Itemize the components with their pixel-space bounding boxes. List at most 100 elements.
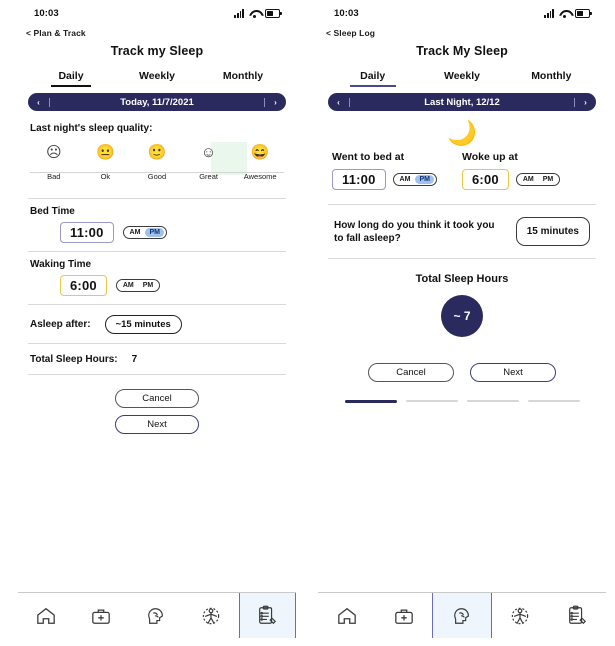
total-sleep-circle: ~ 7 [441,295,483,337]
status-bar: 10:03 [18,0,296,26]
wifi-icon [249,9,260,18]
quality-label-awesome: Awesome [243,172,277,181]
went-to-bed-field: Went to bed at 11:00 AM PM [332,151,462,190]
waking-time-label: Waking Time [30,259,92,270]
screenshot-root: 10:03 < Plan & Track Track my Sleep Dail… [0,0,615,646]
brain-head-icon [454,607,469,624]
status-time: 10:03 [34,7,59,19]
nav-brain-head[interactable] [432,593,492,638]
face-sad-icon: ☹ [45,144,62,161]
quality-option-good[interactable]: 🙂 Good [131,142,183,188]
nav-brain-head[interactable] [128,593,183,638]
tab-monthly[interactable]: Monthly [200,70,286,87]
quality-label-great: Great [199,172,218,181]
went-to-bed-ampm-toggle[interactable]: AM PM [392,173,437,186]
fall-asleep-value[interactable]: 15 minutes [515,217,590,246]
total-sleep-title: Total Sleep Hours [415,273,509,285]
asleep-after-row: Asleep after: ~15 minutes [18,305,296,343]
status-icons [544,8,592,18]
total-sleep-label: Total Sleep Hours: [30,354,118,365]
prev-date-button[interactable]: ‹ [28,97,50,107]
nav-body-anatomy[interactable] [184,593,239,638]
cancel-button[interactable]: Cancel [368,363,454,382]
tab-monthly[interactable]: Monthly [507,70,596,87]
tab-weekly[interactable]: Weekly [114,70,200,87]
woke-up-input[interactable]: 6:00 [462,169,509,190]
quality-label-bad: Bad [47,172,61,181]
tab-daily[interactable]: Daily [28,70,114,87]
total-sleep-value: 7 [131,354,138,365]
bed-time-input[interactable]: 11:00 [60,222,114,243]
asleep-after-value[interactable]: ~15 minutes [104,315,182,334]
next-date-button[interactable]: › [574,97,596,107]
waking-time-am-option[interactable]: AM [119,281,138,290]
cancel-button[interactable]: Cancel [115,389,199,408]
bed-time-am-option[interactable]: AM [126,228,145,237]
nav-sleep-log[interactable] [549,593,606,638]
medical-kit-icon [91,608,110,624]
progress-step-4 [527,400,580,403]
went-to-bed-input[interactable]: 11:00 [332,169,386,190]
waking-time-input[interactable]: 6:00 [60,275,107,296]
clipboard-pencil-icon [259,605,277,625]
fall-asleep-row: How long do you think it took you to fal… [318,205,606,258]
next-date-button[interactable]: › [264,97,286,107]
left-action-buttons: Cancel Next [18,375,296,434]
nav-body-anatomy[interactable] [492,593,549,638]
back-link[interactable]: < Plan & Track [18,26,296,38]
body-anatomy-icon [511,607,529,624]
current-date-label: Today, 11/7/2021 [120,96,194,108]
signal-bars-icon [544,8,554,18]
sleep-times-row: Went to bed at 11:00 AM PM Woke up at 6:… [318,147,606,190]
nav-home[interactable] [18,593,73,638]
woke-up-pm-option[interactable]: PM [539,175,558,184]
home-icon [337,607,356,624]
woke-up-label: Woke up at [462,151,518,163]
quality-option-awesome[interactable]: 😄 Awesome [234,142,286,188]
nav-medical-kit[interactable] [73,593,128,638]
sleep-quality-label: Last night's sleep quality: [30,123,153,134]
next-button[interactable]: Next [470,363,556,382]
current-date-label: Last Night, 12/12 [424,96,500,108]
quality-option-ok[interactable]: 😐 Ok [80,142,132,188]
tab-daily[interactable]: Daily [328,70,417,87]
sleeping-moon-icon: 🌙 [447,120,477,147]
quality-label-ok: Ok [100,172,111,181]
period-tabs: Daily Weekly Monthly [18,58,296,87]
progress-step-3 [466,400,519,403]
quality-option-bad[interactable]: ☹ Bad [28,142,80,188]
signal-bars-icon [234,8,244,18]
back-link[interactable]: < Sleep Log [318,26,606,38]
asleep-after-label: Asleep after: [30,319,91,330]
body-anatomy-icon [202,607,220,624]
went-to-bed-pm-option[interactable]: PM [415,175,434,184]
date-navigator: ‹ Last Night, 12/12 › [328,93,596,111]
bottom-navigation [318,592,606,638]
waking-time-ampm-toggle[interactable]: AM PM [115,279,161,292]
woke-up-ampm-toggle[interactable]: AM PM [515,173,561,186]
woke-up-field: Woke up at 6:00 AM PM [462,151,592,190]
battery-icon [265,9,282,18]
right-phone-screen: 10:03 < Sleep Log Track My Sleep Daily W… [318,0,606,646]
nav-medical-kit[interactable] [375,593,432,638]
prev-date-button[interactable]: ‹ [328,97,350,107]
sleep-quality-selector: ☹ Bad 😐 Ok 🙂 Good ☺ Great 😄 Awesome [28,142,286,188]
woke-up-am-option[interactable]: AM [519,175,538,184]
bed-time-ampm-toggle[interactable]: AM PM [122,226,167,239]
waking-time-pm-option[interactable]: PM [139,281,158,290]
nav-sleep-log[interactable] [238,593,297,638]
tab-weekly[interactable]: Weekly [417,70,506,87]
next-button[interactable]: Next [115,415,199,434]
page-title: Track my Sleep [110,44,204,58]
quality-option-great[interactable]: ☺ Great [183,142,235,188]
wifi-icon [559,9,570,18]
face-smile-icon: ☺ [200,144,217,161]
face-grin-icon: 😄 [250,144,270,161]
went-to-bed-am-option[interactable]: AM [396,175,415,184]
step-progress-indicator [318,382,606,403]
bed-time-pm-option[interactable]: PM [145,228,164,237]
nav-home[interactable] [318,593,375,638]
bed-time-field: Bed Time 11:00 AM PM [18,199,296,251]
progress-step-1 [344,400,397,403]
face-slight-smile-icon: 🙂 [147,144,167,161]
